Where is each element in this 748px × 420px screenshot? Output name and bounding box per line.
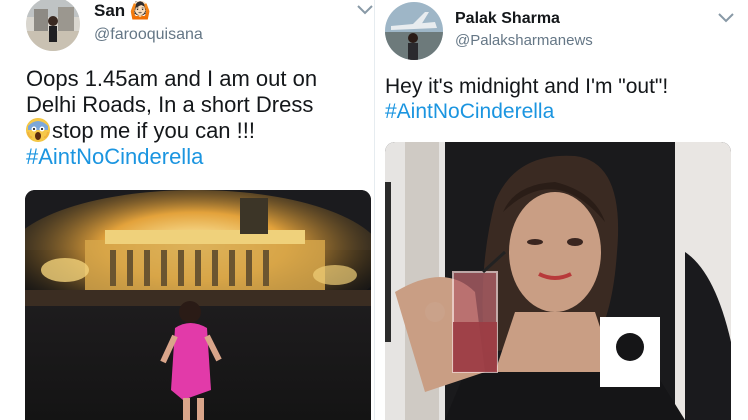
chevron-down-icon[interactable] xyxy=(356,4,374,16)
user-handle[interactable]: @Palaksharmanews xyxy=(455,32,593,49)
tweet-card[interactable]: San 🙆🏻 @farooquisana Oops 1.45am and I a… xyxy=(0,0,374,420)
display-name[interactable]: Palak Sharma xyxy=(455,10,560,28)
user-handle[interactable]: @farooquisana xyxy=(94,26,203,44)
chevron-down-icon[interactable] xyxy=(717,12,735,24)
name-emoji: 🙆🏻 xyxy=(129,1,152,20)
hashtag-link[interactable]: #AintNoCinderella xyxy=(26,144,317,170)
tweet-line: Delhi Roads, In a short Dress xyxy=(26,92,314,117)
tweet-photo[interactable] xyxy=(25,190,371,420)
avatar[interactable] xyxy=(385,2,443,60)
screaming-face-emoji xyxy=(26,118,50,142)
display-name[interactable]: San 🙆🏻 xyxy=(94,1,151,21)
tweet-text: Oops 1.45am and I am out on Delhi Roads,… xyxy=(26,66,317,170)
tweet-line-with-emoji: stop me if you can !!! xyxy=(26,118,317,144)
tweet-line: Hey it's midnight and I'm "out"! xyxy=(385,75,669,98)
tweet-line: Oops 1.45am and I am out on xyxy=(26,66,318,91)
tweet-card[interactable]: Palak Sharma @Palaksharmanews Hey it's m… xyxy=(374,0,748,420)
hashtag-link[interactable]: #AintNoCinderella xyxy=(385,99,668,124)
tweet-text: Hey it's midnight and I'm "out"! #AintNo… xyxy=(385,74,668,124)
avatar[interactable] xyxy=(26,0,80,51)
display-name-text: San xyxy=(94,1,126,20)
tweet-line-text: stop me if you can !!! xyxy=(52,118,255,143)
tweet-photo[interactable] xyxy=(385,142,731,420)
